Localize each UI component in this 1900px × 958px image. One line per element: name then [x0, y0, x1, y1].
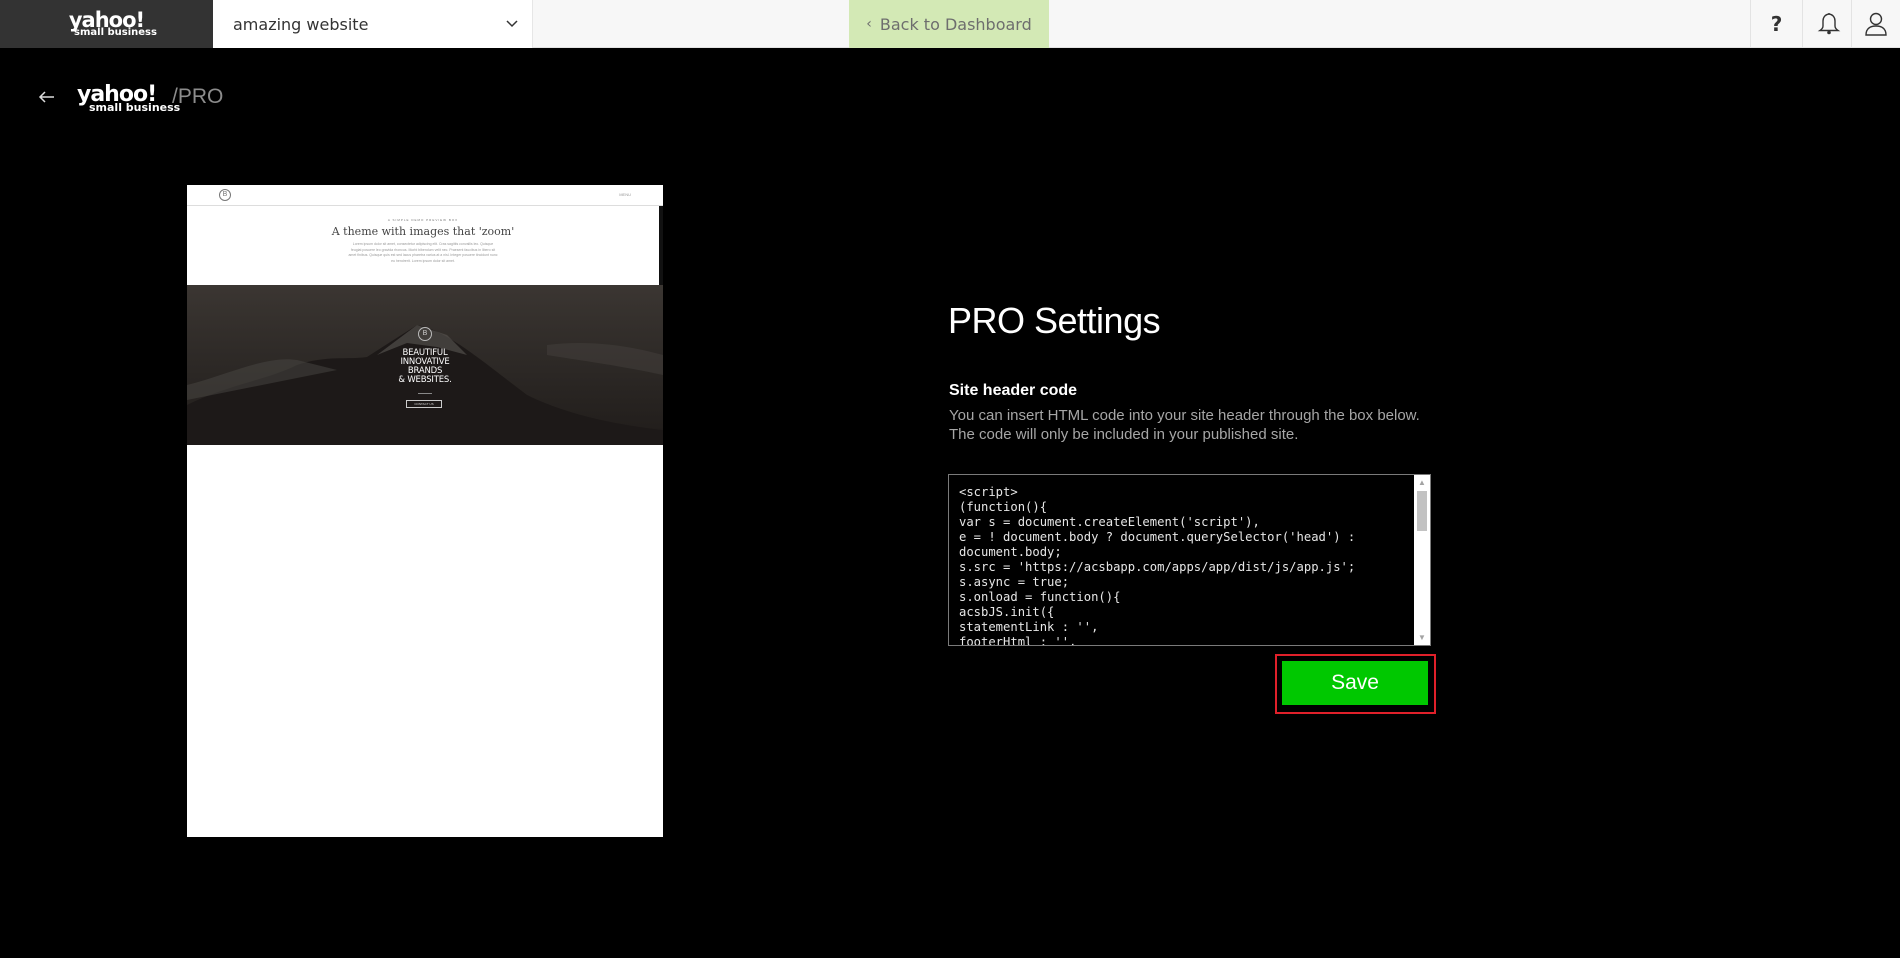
preview-intro: A SIMPLE DEMO PREVIEW BOX A theme with i…	[187, 206, 663, 285]
page-title: PRO Settings	[948, 300, 1161, 341]
product-tag: /PRO	[172, 85, 224, 108]
preview-menu-label: MENU	[619, 192, 631, 197]
user-icon[interactable]	[1851, 0, 1900, 48]
bell-glyph	[1817, 12, 1840, 35]
user-glyph	[1865, 12, 1887, 36]
code-scrollbar[interactable]: ▲ ▼	[1414, 475, 1430, 645]
preview-hero-cta: CONTACT US	[406, 400, 442, 408]
preview-hero: B BEAUTIFUL INNOVATIVE BRANDS & WEBSITES…	[187, 285, 663, 445]
preview-hero-emblem: B	[418, 327, 432, 341]
chevron-down-icon	[506, 20, 518, 28]
site-header-code-input[interactable]	[949, 475, 1414, 645]
scroll-down-arrow-icon[interactable]: ▼	[1414, 630, 1430, 645]
site-selector-value: amazing website	[233, 14, 369, 34]
help-glyph: ?	[1770, 12, 1783, 36]
arrow-left-icon[interactable]	[36, 86, 58, 108]
scroll-thumb[interactable]	[1417, 491, 1427, 531]
site-header-code-label: Site header code	[949, 382, 1078, 399]
back-to-dashboard-button[interactable]: ‹ Back to Dashboard	[849, 0, 1049, 48]
headline-line: & WEBSITES.	[398, 375, 452, 385]
site-selector-dropdown[interactable]: amazing website	[213, 0, 533, 48]
bell-icon[interactable]	[1802, 0, 1854, 48]
chevron-left-icon: ‹	[866, 16, 872, 32]
preview-title: A theme with images that 'zoom'	[331, 225, 515, 238]
preview-hero-divider	[418, 393, 432, 394]
site-preview: B MENU A SIMPLE DEMO PREVIEW BOX A theme…	[187, 185, 663, 837]
logo-subtitle: small business	[74, 27, 157, 38]
preview-body: Lorem ipsum dolor sit amet, consectetur …	[348, 242, 498, 263]
preview-kicker: A SIMPLE DEMO PREVIEW BOX	[387, 218, 459, 222]
help-icon[interactable]: ?	[1750, 0, 1802, 48]
brand-logo[interactable]: yahoo! small business	[0, 0, 213, 48]
subheader-logo-subtitle: small business	[89, 101, 181, 114]
site-header-code-field[interactable]: ▲ ▼	[948, 474, 1431, 646]
scroll-up-arrow-icon[interactable]: ▲	[1414, 475, 1430, 490]
preview-logo-badge: B	[219, 189, 231, 201]
top-bar: yahoo! small business amazing website ‹ …	[0, 0, 1900, 48]
save-button[interactable]: Save	[1282, 661, 1428, 705]
subheader-logo[interactable]: yahoo! small business	[77, 84, 181, 114]
preview-nav: B MENU	[187, 185, 663, 206]
site-header-code-description: You can insert HTML code into your site …	[949, 407, 1420, 443]
preview-hero-headline: BEAUTIFUL INNOVATIVE BRANDS & WEBSITES.	[187, 349, 663, 385]
back-to-dashboard-label: Back to Dashboard	[879, 14, 1032, 34]
